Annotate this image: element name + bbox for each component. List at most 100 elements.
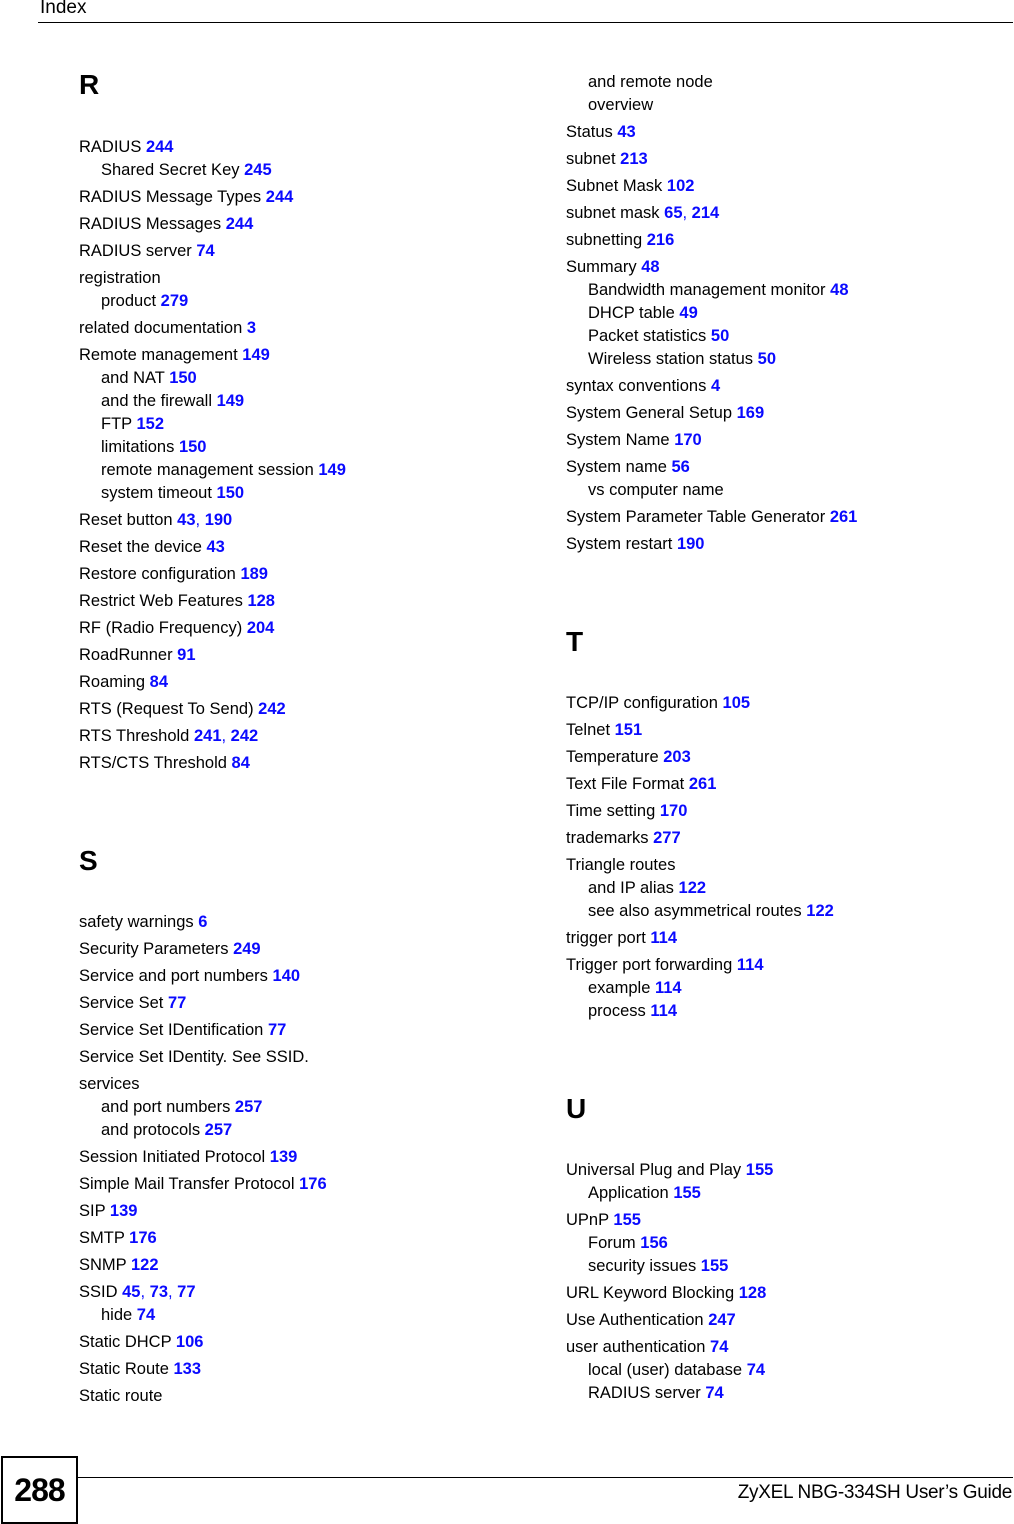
page-link[interactable]: 45 <box>122 1283 140 1301</box>
page-link[interactable]: 156 <box>640 1234 668 1252</box>
page-link[interactable]: 74 <box>196 242 214 260</box>
index-term: Use Authentication <box>566 1311 704 1329</box>
index-entry-main: trigger port 114 <box>566 927 1006 950</box>
page-link[interactable]: 43 <box>207 538 225 556</box>
page-link[interactable]: 102 <box>667 177 695 195</box>
page-link[interactable]: 216 <box>647 231 675 249</box>
page-link[interactable]: 133 <box>173 1360 201 1378</box>
page-link[interactable]: 257 <box>235 1098 263 1116</box>
page-link[interactable]: 114 <box>655 979 682 997</box>
subentry-term: limitations <box>101 438 175 456</box>
index-entry: Remote management 149 and NAT 150 and the … <box>79 344 499 505</box>
index-term: System name <box>566 458 667 476</box>
page-link[interactable]: 214 <box>692 204 720 222</box>
index-entry: SIP 139 <box>79 1200 499 1223</box>
page-link[interactable]: 150 <box>179 438 207 456</box>
index-entry: Temperature 203 <box>566 746 1006 769</box>
page-link[interactable]: 204 <box>247 619 275 637</box>
page-link[interactable]: 77 <box>168 994 186 1012</box>
page-link[interactable]: 65 <box>664 204 682 222</box>
page-link[interactable]: 50 <box>711 327 729 345</box>
page-link[interactable]: 169 <box>737 404 765 422</box>
page-link[interactable]: 249 <box>233 940 261 958</box>
page-link[interactable]: 155 <box>701 1257 729 1275</box>
page-link[interactable]: 114 <box>650 929 677 947</box>
page-link[interactable]: 279 <box>161 292 189 310</box>
page-link[interactable]: 139 <box>270 1148 298 1166</box>
page-link[interactable]: 6 <box>198 913 207 931</box>
page-link[interactable]: 244 <box>226 215 254 233</box>
page-link[interactable]: 77 <box>268 1021 286 1039</box>
page-link[interactable]: 242 <box>231 727 259 745</box>
page-link[interactable]: 48 <box>830 281 848 299</box>
page-link[interactable]: 3 <box>247 319 256 337</box>
page-link[interactable]: 189 <box>240 565 268 583</box>
page-link[interactable]: 122 <box>679 879 707 897</box>
index-entry: RADIUS 244 Shared Secret Key 245 <box>79 136 499 182</box>
page-link[interactable]: 261 <box>830 508 858 526</box>
page-link[interactable]: 176 <box>129 1229 157 1247</box>
page-link[interactable]: 105 <box>723 694 751 712</box>
index-entry-main: Reset button 43, 190 <box>79 509 499 532</box>
page-link[interactable]: 149 <box>318 461 346 479</box>
subentry-term: Shared Secret Key <box>101 161 240 179</box>
page-link[interactable]: 245 <box>244 161 272 179</box>
page-link[interactable]: 244 <box>146 138 174 156</box>
page-link[interactable]: 190 <box>205 511 233 529</box>
page-link[interactable]: 74 <box>137 1306 155 1324</box>
page-link[interactable]: 114 <box>650 1002 677 1020</box>
page-link[interactable]: 128 <box>247 592 275 610</box>
page-link[interactable]: 74 <box>710 1338 728 1356</box>
page-link[interactable]: 74 <box>705 1384 723 1402</box>
page-link[interactable]: 170 <box>660 802 688 820</box>
page-link[interactable]: 77 <box>177 1283 195 1301</box>
page-link[interactable]: 151 <box>615 721 643 739</box>
page-link[interactable]: 43 <box>617 123 635 141</box>
index-entry-main: SMTP 176 <box>79 1227 499 1250</box>
page-link[interactable]: 106 <box>176 1333 204 1351</box>
page-link[interactable]: 140 <box>273 967 301 985</box>
page-link[interactable]: 84 <box>150 673 168 691</box>
page-link[interactable]: 114 <box>737 956 764 974</box>
page-link[interactable]: 152 <box>136 415 164 433</box>
page-link[interactable]: 277 <box>653 829 681 847</box>
page-link[interactable]: 242 <box>258 700 286 718</box>
page-link[interactable]: 176 <box>299 1175 327 1193</box>
page-link[interactable]: 43 <box>177 511 195 529</box>
page-link[interactable]: 213 <box>620 150 648 168</box>
page-link[interactable]: 149 <box>217 392 245 410</box>
page-link[interactable]: 150 <box>169 369 197 387</box>
index-entry-main: user authentication 74 <box>566 1336 1006 1359</box>
page-link[interactable]: 48 <box>641 258 659 276</box>
subentry-term: and protocols <box>101 1121 201 1139</box>
index-term: related documentation <box>79 319 243 337</box>
index-term: RTS/CTS Threshold <box>79 754 227 772</box>
page-link[interactable]: 155 <box>673 1184 701 1202</box>
index-term: SNMP <box>79 1256 127 1274</box>
page-link[interactable]: 241 <box>194 727 222 745</box>
page-link[interactable]: 74 <box>747 1361 765 1379</box>
page-link[interactable]: 84 <box>232 754 250 772</box>
page-link[interactable]: 203 <box>663 748 691 766</box>
page-link[interactable]: 170 <box>674 431 702 449</box>
page-link[interactable]: 247 <box>708 1311 736 1329</box>
page-link[interactable]: 139 <box>110 1202 138 1220</box>
page-link[interactable]: 150 <box>217 484 245 502</box>
page-link[interactable]: 4 <box>711 377 720 395</box>
index-entry: SSID 45, 73, 77 hide 74 <box>79 1281 499 1327</box>
page-link[interactable]: 155 <box>613 1211 641 1229</box>
page-link[interactable]: 50 <box>758 350 776 368</box>
page-link[interactable]: 155 <box>746 1161 774 1179</box>
page-link[interactable]: 257 <box>205 1121 233 1139</box>
page-link[interactable]: 149 <box>242 346 270 364</box>
page-link[interactable]: 49 <box>679 304 697 322</box>
page-link[interactable]: 73 <box>150 1283 168 1301</box>
page-link[interactable]: 56 <box>671 458 689 476</box>
page-link[interactable]: 244 <box>266 188 294 206</box>
page-link[interactable]: 261 <box>689 775 717 793</box>
page-link[interactable]: 122 <box>131 1256 159 1274</box>
page-link[interactable]: 91 <box>177 646 195 664</box>
page-link[interactable]: 190 <box>677 535 705 553</box>
page-link[interactable]: 128 <box>739 1284 767 1302</box>
page-link[interactable]: 122 <box>806 902 834 920</box>
